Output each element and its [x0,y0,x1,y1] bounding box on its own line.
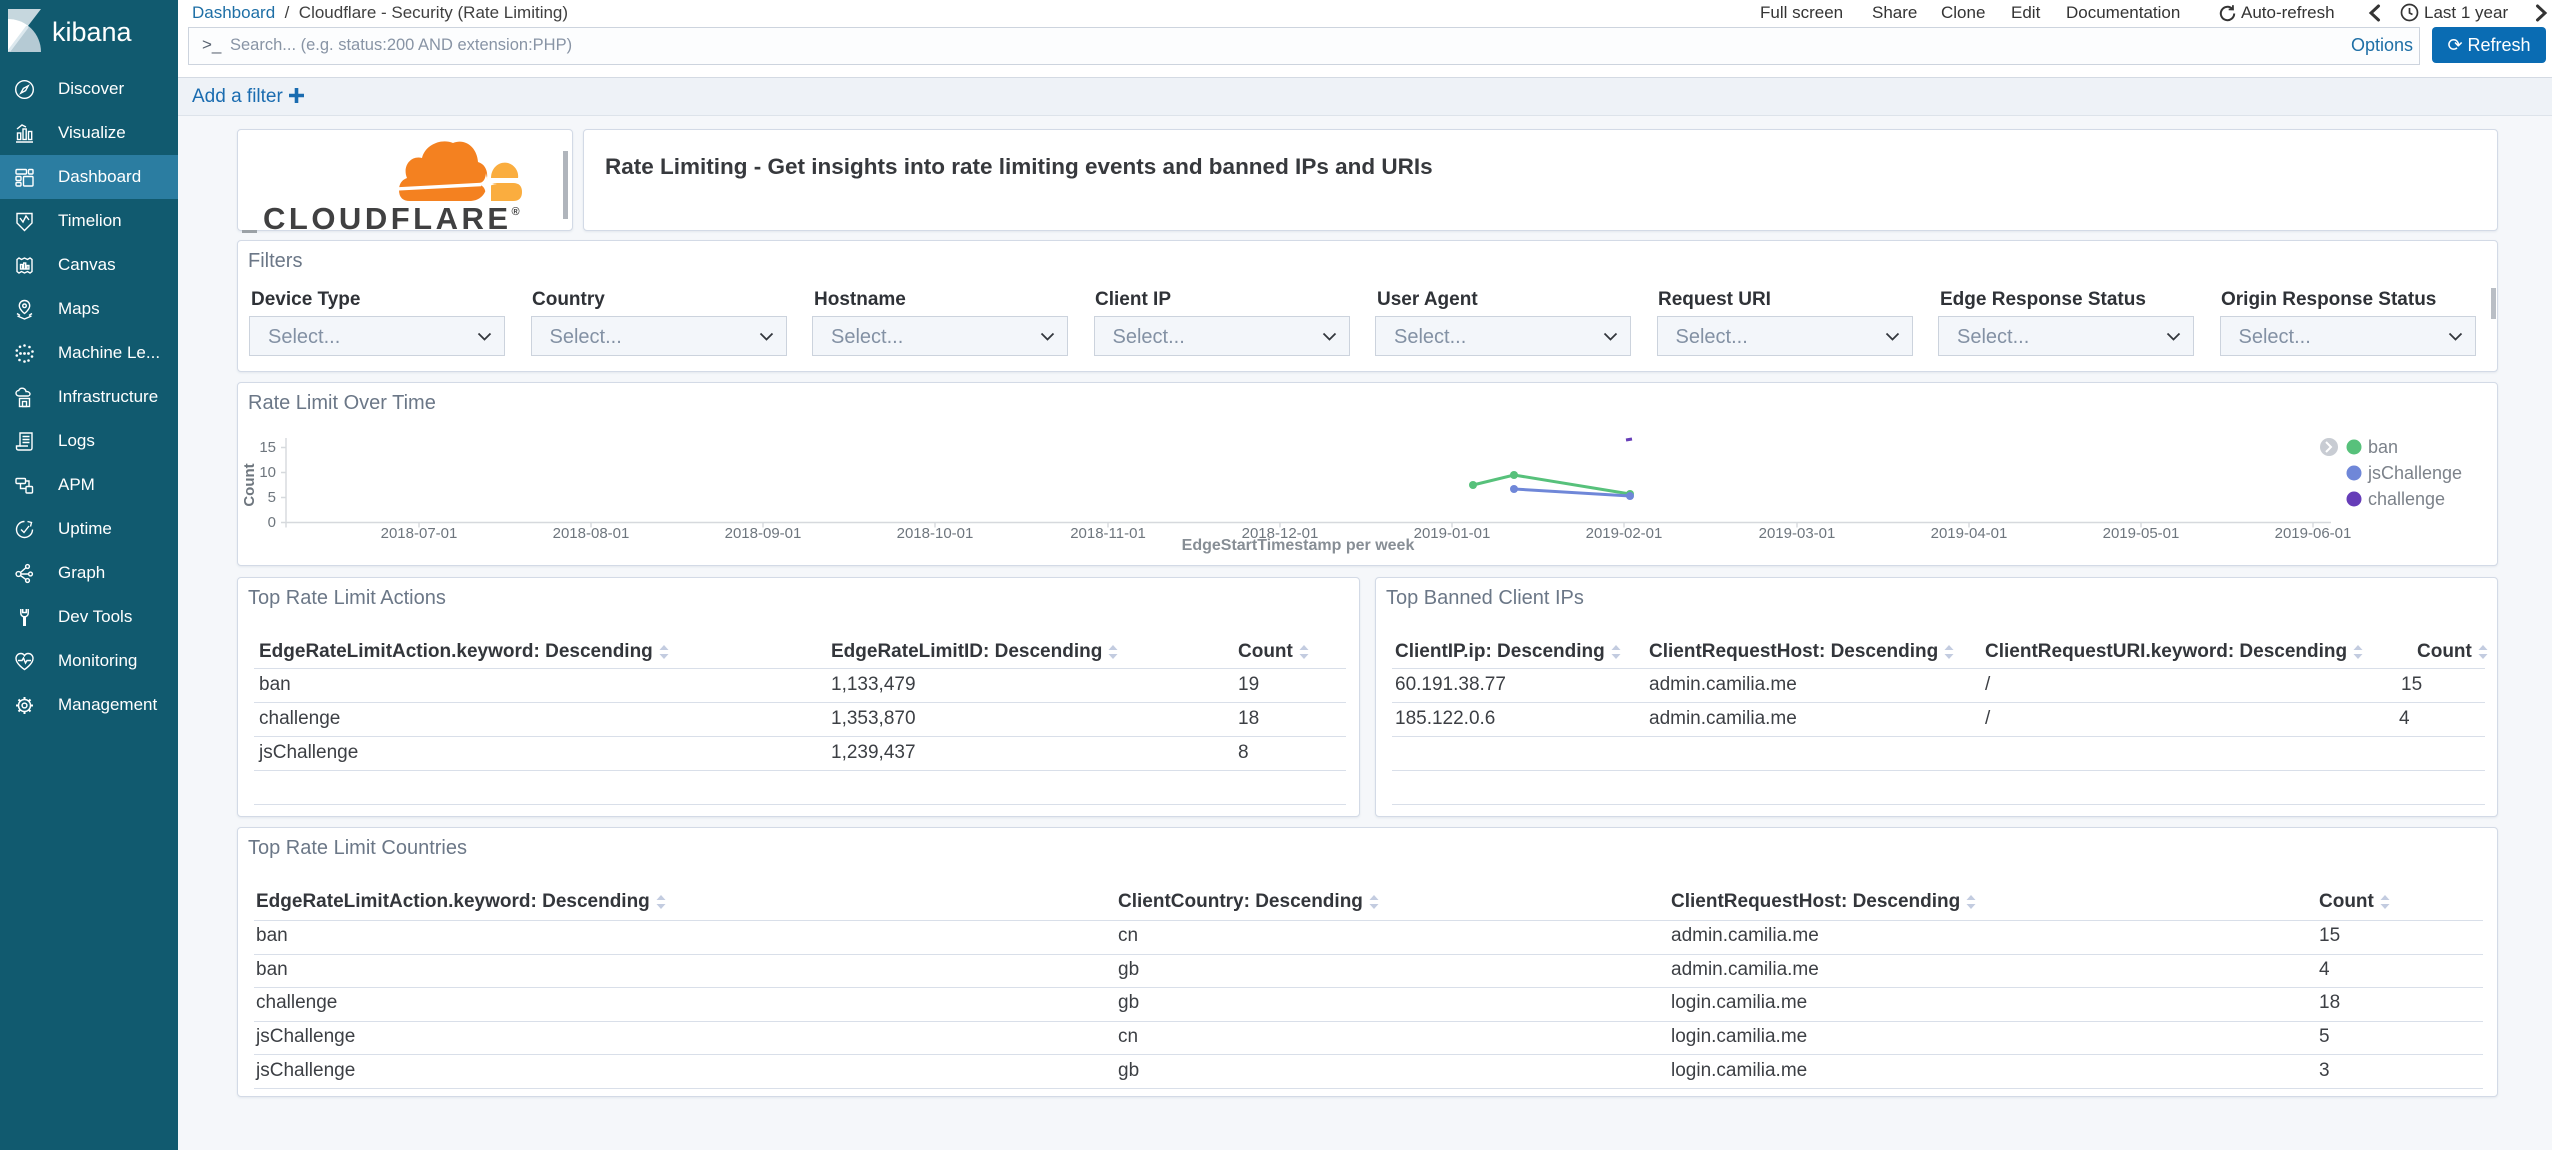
svg-text:2019-04-01: 2019-04-01 [1931,525,2008,542]
svg-text:jsChallenge: jsChallenge [2367,463,2462,483]
svg-text:10: 10 [259,464,276,481]
svg-text:challenge: challenge [2368,489,2445,509]
svg-text:0: 0 [268,514,276,531]
svg-text:2018-10-01: 2018-10-01 [897,525,974,542]
svg-text:5: 5 [268,489,276,506]
svg-text:EdgeStartTimestamp per week: EdgeStartTimestamp per week [1182,537,1415,554]
svg-text:2019-02-01: 2019-02-01 [1586,525,1663,542]
svg-text:2018-07-01: 2018-07-01 [381,525,458,542]
svg-text:2018-08-01: 2018-08-01 [553,525,630,542]
svg-text:2019-03-01: 2019-03-01 [1759,525,1836,542]
svg-text:2018-09-01: 2018-09-01 [725,525,802,542]
svg-text:2019-05-01: 2019-05-01 [2103,525,2180,542]
svg-text:15: 15 [259,439,276,456]
svg-text:2019-01-01: 2019-01-01 [1414,525,1491,542]
svg-text:Count: Count [241,463,258,506]
svg-text:2018-11-01: 2018-11-01 [1070,525,1146,542]
svg-text:ban: ban [2368,437,2398,457]
svg-text:2019-06-01: 2019-06-01 [2275,525,2352,542]
